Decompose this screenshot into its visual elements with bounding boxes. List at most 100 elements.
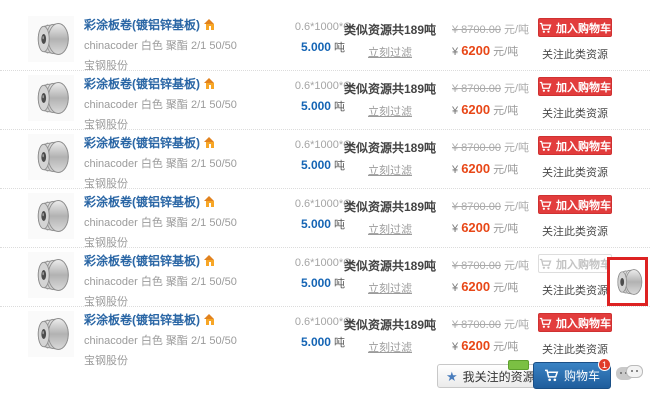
- similar-resources-text: 类似资源共189吨: [342, 316, 438, 333]
- similar-column: 类似资源共189吨 立刻过滤: [342, 257, 438, 297]
- product-image[interactable]: [28, 193, 74, 239]
- similar-resources-text: 类似资源共189吨: [342, 21, 438, 38]
- product-row: 彩涂板卷(镀铝锌基板) chinacoder 白色 聚酯 2/1 50/50 宝…: [0, 71, 650, 130]
- add-to-cart-button[interactable]: 加入购物车: [538, 77, 612, 96]
- price-value: 6200: [461, 338, 490, 353]
- product-title-link[interactable]: 彩涂板卷(镀铝锌基板): [84, 134, 274, 151]
- product-row: 彩涂板卷(镀铝锌基板) chinacoder 白色 聚酯 2/1 50/50 宝…: [0, 307, 650, 366]
- chat-bubble: [626, 365, 643, 378]
- add-to-cart-label: 加入购物车: [556, 315, 611, 331]
- add-to-cart-button[interactable]: 加入购物车: [538, 254, 612, 273]
- page: 彩涂板卷(镀铝锌基板) chinacoder 白色 聚酯 2/1 50/50 宝…: [0, 0, 650, 408]
- action-column: 加入购物车 关注此类资源: [536, 313, 614, 358]
- filter-now-link[interactable]: 立刻过滤: [368, 221, 412, 237]
- product-title-link[interactable]: 彩涂板卷(镀铝锌基板): [84, 193, 274, 210]
- product-info: 彩涂板卷(镀铝锌基板) chinacoder 白色 聚酯 2/1 50/50 宝…: [84, 16, 274, 73]
- old-price-value: ¥ 8700.00: [452, 260, 501, 272]
- steel-coil-image: [31, 195, 71, 237]
- currency-symbol: ¥: [452, 282, 461, 294]
- product-title: 彩涂板卷(镀铝锌基板): [84, 254, 200, 268]
- old-price-value: ¥ 8700.00: [452, 201, 501, 213]
- add-to-cart-button[interactable]: 加入购物车: [538, 18, 612, 37]
- price-unit: 元/吨: [490, 46, 518, 58]
- price-unit: 元/吨: [490, 164, 518, 176]
- similar-column: 类似资源共189吨 立刻过滤: [342, 139, 438, 179]
- quantity-value: 5.000: [301, 99, 331, 113]
- green-badge: [508, 360, 529, 370]
- add-to-cart-button[interactable]: 加入购物车: [538, 136, 612, 155]
- action-column: 加入购物车 关注此类资源: [536, 195, 614, 240]
- price-value: 6200: [461, 43, 490, 58]
- cart-icon: [544, 369, 559, 382]
- similar-column: 类似资源共189吨 立刻过滤: [342, 198, 438, 238]
- add-to-cart-label: 加入购物车: [556, 20, 611, 36]
- cart-icon: [539, 22, 552, 34]
- chat-bubbles-icon[interactable]: [616, 365, 644, 387]
- add-to-cart-button[interactable]: 加入购物车: [538, 313, 612, 332]
- product-attributes: chinacoder 白色 聚酯 2/1 50/50: [84, 332, 274, 348]
- follow-category-link[interactable]: 关注此类资源: [542, 223, 608, 239]
- product-attributes: chinacoder 白色 聚酯 2/1 50/50: [84, 37, 274, 53]
- product-row: 彩涂板卷(镀铝锌基板) chinacoder 白色 聚酯 2/1 50/50 宝…: [0, 248, 650, 307]
- house-icon: [204, 314, 215, 325]
- filter-now-link[interactable]: 立刻过滤: [368, 103, 412, 119]
- action-column: 加入购物车 关注此类资源: [536, 18, 614, 63]
- old-price-value: ¥ 8700.00: [452, 142, 501, 154]
- add-to-cart-button[interactable]: 加入购物车: [538, 195, 612, 214]
- product-title-link[interactable]: 彩涂板卷(镀铝锌基板): [84, 252, 274, 269]
- old-price-unit: 元/吨: [504, 142, 529, 154]
- old-price-unit: 元/吨: [504, 24, 529, 36]
- footer-cart-label: 购物车: [564, 367, 600, 384]
- old-price-unit: 元/吨: [504, 201, 529, 213]
- product-title-link[interactable]: 彩涂板卷(镀铝锌基板): [84, 75, 274, 92]
- product-attributes: chinacoder 白色 聚酯 2/1 50/50: [84, 273, 274, 289]
- price-value: 6200: [461, 161, 490, 176]
- house-icon: [204, 137, 215, 148]
- product-image[interactable]: [28, 134, 74, 180]
- product-attributes: chinacoder 白色 聚酯 2/1 50/50: [84, 155, 274, 171]
- old-price-unit: 元/吨: [504, 319, 529, 331]
- filter-now-link[interactable]: 立刻过滤: [368, 280, 412, 296]
- product-image[interactable]: [28, 311, 74, 357]
- product-title: 彩涂板卷(镀铝锌基板): [84, 77, 200, 91]
- follow-category-link[interactable]: 关注此类资源: [542, 46, 608, 62]
- add-to-cart-label: 加入购物车: [556, 79, 611, 95]
- product-title-link[interactable]: 彩涂板卷(镀铝锌基板): [84, 16, 274, 33]
- follow-category-link[interactable]: 关注此类资源: [542, 341, 608, 357]
- quantity-value: 5.000: [301, 40, 331, 54]
- star-icon: ★: [446, 370, 458, 383]
- currency-symbol: ¥: [452, 164, 461, 176]
- similar-column: 类似资源共189吨 立刻过滤: [342, 80, 438, 120]
- add-to-cart-label: 加入购物车: [556, 138, 611, 154]
- filter-now-link[interactable]: 立刻过滤: [368, 339, 412, 355]
- old-price-unit: 元/吨: [504, 260, 529, 272]
- product-image[interactable]: [28, 75, 74, 121]
- quantity-value: 5.000: [301, 217, 331, 231]
- product-row: 彩涂板卷(镀铝锌基板) chinacoder 白色 聚酯 2/1 50/50 宝…: [0, 12, 650, 71]
- product-image[interactable]: [28, 252, 74, 298]
- product-image[interactable]: [28, 16, 74, 62]
- cart-icon: [539, 258, 552, 270]
- house-icon: [204, 196, 215, 207]
- product-row: 彩涂板卷(镀铝锌基板) chinacoder 白色 聚酯 2/1 50/50 宝…: [0, 130, 650, 189]
- action-column: 加入购物车 关注此类资源: [536, 254, 614, 299]
- product-title-link[interactable]: 彩涂板卷(镀铝锌基板): [84, 311, 274, 328]
- follow-category-link[interactable]: 关注此类资源: [542, 282, 608, 298]
- followed-resources-button[interactable]: ★ 我关注的资源: [437, 364, 546, 388]
- add-to-cart-label: 加入购物车: [556, 256, 611, 272]
- filter-now-link[interactable]: 立刻过滤: [368, 44, 412, 60]
- dragged-coil-thumbnail[interactable]: [612, 263, 644, 301]
- quantity-value: 5.000: [301, 335, 331, 349]
- follow-category-link[interactable]: 关注此类资源: [542, 164, 608, 180]
- follow-category-link[interactable]: 关注此类资源: [542, 105, 608, 121]
- steel-coil-image: [31, 313, 71, 355]
- product-title: 彩涂板卷(镀铝锌基板): [84, 136, 200, 150]
- footer-bar: ★ 我关注的资源 购物车 1: [0, 360, 650, 394]
- old-price-value: ¥ 8700.00: [452, 24, 501, 36]
- price-value: 6200: [461, 279, 490, 294]
- old-price-value: ¥ 8700.00: [452, 83, 501, 95]
- filter-now-link[interactable]: 立刻过滤: [368, 162, 412, 178]
- product-attributes: chinacoder 白色 聚酯 2/1 50/50: [84, 96, 274, 112]
- price-unit: 元/吨: [490, 341, 518, 353]
- price-unit: 元/吨: [490, 223, 518, 235]
